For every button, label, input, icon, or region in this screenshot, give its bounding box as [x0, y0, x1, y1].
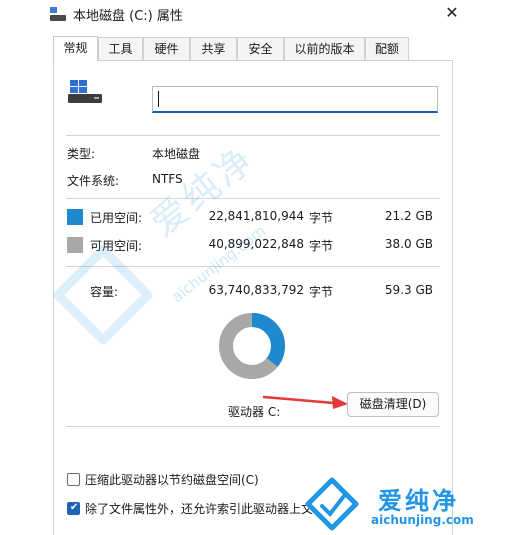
- divider: [66, 135, 440, 136]
- used-space-unit: 字节: [309, 211, 334, 225]
- capacity-bytes: 63,740,833,792: [208, 283, 304, 297]
- tab-previous-versions[interactable]: 以前的版本: [284, 37, 365, 60]
- tab-hardware[interactable]: 硬件: [143, 37, 190, 60]
- filesystem-label: 文件系统:: [67, 174, 120, 188]
- free-space-label: 可用空间:: [90, 239, 143, 253]
- capacity-gb: 59.3 GB: [384, 283, 433, 297]
- tab-security[interactable]: 安全: [237, 37, 284, 60]
- divider: [66, 426, 440, 427]
- window-title: 本地磁盘 (C:) 属性: [73, 9, 183, 24]
- close-button[interactable]: ✕: [432, 0, 472, 26]
- drive-name-input[interactable]: [152, 86, 438, 113]
- divider: [66, 266, 440, 267]
- tab-general[interactable]: 常规: [53, 36, 98, 61]
- used-space-bytes: 22,841,810,944: [208, 209, 304, 223]
- capacity-label: 容量:: [90, 285, 119, 299]
- compress-label: 压缩此驱动器以节约磁盘空间(C): [85, 473, 259, 487]
- free-space-unit: 字节: [309, 239, 334, 253]
- drive-icon: [68, 80, 102, 103]
- disk-usage-donut: [219, 313, 285, 379]
- tab-quota[interactable]: 配额: [365, 37, 409, 60]
- capacity-unit: 字节: [309, 285, 334, 299]
- filesystem-value: NTFS: [152, 172, 183, 186]
- compress-checkbox[interactable]: [67, 473, 80, 486]
- index-label: 除了文件属性外，还允许索引此驱动器上文: [85, 502, 314, 516]
- used-space-label: 已用空间:: [90, 211, 143, 225]
- arrow-annotation: [262, 395, 348, 409]
- free-space-swatch: [67, 237, 83, 253]
- tab-tools[interactable]: 工具: [98, 37, 143, 60]
- free-space-bytes: 40,899,022,848: [208, 237, 304, 251]
- type-value: 本地磁盘: [152, 147, 201, 161]
- drive-icon: [50, 7, 66, 21]
- type-label: 类型:: [67, 147, 96, 161]
- used-space-swatch: [67, 209, 83, 225]
- text-caret: [158, 91, 159, 107]
- title-bar: 本地磁盘 (C:) 属性 ✕: [0, 0, 505, 30]
- index-label-clip: 除了文件属性外，还允许索引此驱动器上文: [0, 492, 316, 522]
- tab-sharing[interactable]: 共享: [190, 37, 237, 60]
- disk-cleanup-button[interactable]: 磁盘清理(D): [347, 392, 439, 417]
- free-space-gb: 38.0 GB: [384, 237, 433, 251]
- divider: [66, 198, 440, 199]
- used-space-gb: 21.2 GB: [384, 209, 433, 223]
